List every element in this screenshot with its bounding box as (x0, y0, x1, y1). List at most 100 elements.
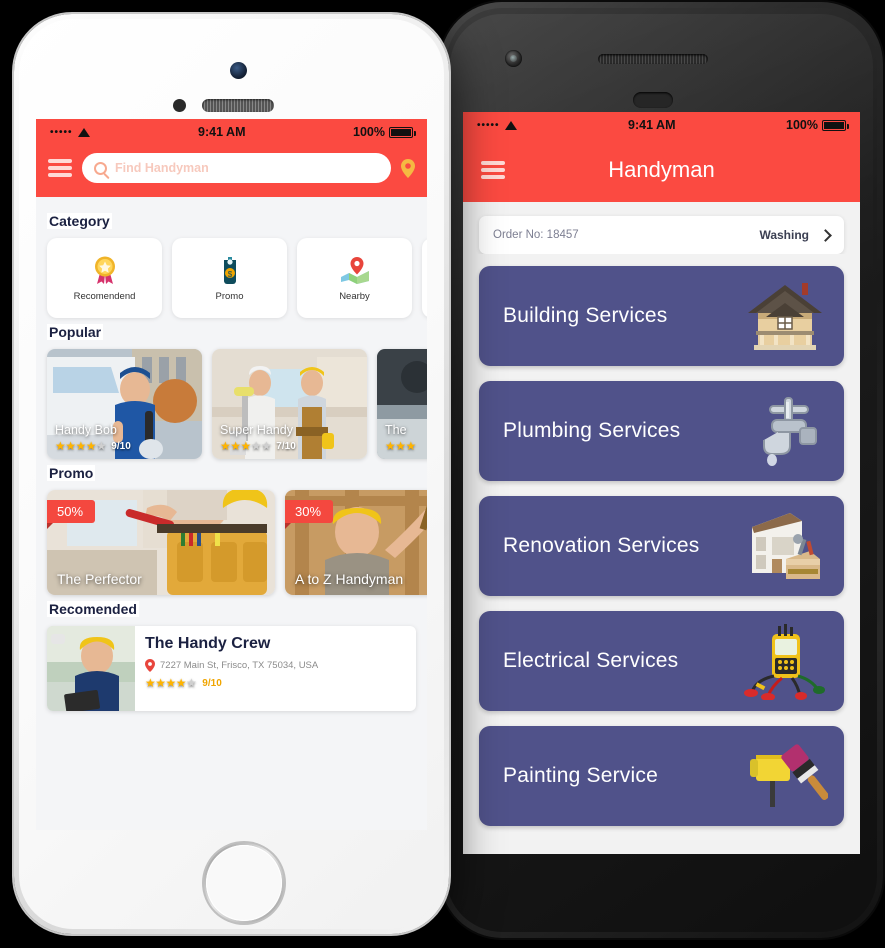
white-phone-device: ••••• 9:41 AM 100% Find Handyman Categor… (14, 14, 449, 934)
left-app-header: Find Handyman (36, 145, 427, 197)
popular-rating: ★★★ (385, 439, 427, 453)
battery-full-icon (389, 126, 416, 138)
popular-score: 9/10 (111, 440, 131, 452)
home-button[interactable] (204, 843, 284, 923)
promo-discount-badge: 30% (285, 500, 334, 529)
popular-rating: ★★★★★ 9/10 (55, 439, 194, 453)
paint-roller-brush-icon (742, 737, 828, 815)
status-time: 9:41 AM (628, 118, 676, 132)
service-card-plumbing[interactable]: Plumbing Services (479, 381, 844, 481)
wifi-icon (504, 120, 518, 130)
service-label: Painting Service (503, 764, 658, 787)
promo-name: The Perfector (57, 571, 142, 587)
popular-meta: The ★★★ (377, 423, 427, 453)
dark-phone-device: ••••• 9:41 AM 100% Handyman Order No: 18… (440, 2, 883, 938)
award-ribbon-icon (90, 255, 120, 285)
category-row[interactable]: Recomendend $ Promo Nearby (47, 238, 427, 318)
recommended-image (47, 626, 135, 711)
star-rating-icon: ★★★★★ (145, 676, 197, 690)
category-card-promo[interactable]: $ Promo (172, 238, 287, 318)
right-status-bar: ••••• 9:41 AM 100% (463, 112, 860, 138)
battery-percent: 100% (786, 118, 818, 132)
battery-percent: 100% (353, 125, 385, 139)
earpiece-speaker (598, 54, 708, 64)
location-pin-icon[interactable] (401, 158, 415, 178)
front-camera-icon (505, 50, 522, 67)
wifi-icon (77, 127, 91, 137)
category-card-nearby[interactable]: Nearby (297, 238, 412, 318)
category-card-recomendend[interactable]: Recomendend (47, 238, 162, 318)
search-input[interactable]: Find Handyman (82, 153, 391, 183)
svg-text:$: $ (227, 270, 232, 279)
recommended-info: The Handy Crew 7227 Main St, Frisco, TX … (135, 626, 416, 711)
status-left: ••••• (50, 127, 91, 138)
sensor-notch (633, 92, 673, 108)
recommended-card[interactable]: The Handy Crew 7227 Main St, Frisco, TX … (47, 626, 416, 711)
left-phone-screen: ••••• 9:41 AM 100% Find Handyman Categor… (36, 119, 427, 830)
service-card-painting[interactable]: Painting Service (479, 726, 844, 826)
section-title-promo: Promo (47, 465, 96, 481)
popular-name: Handy Bob (55, 423, 117, 437)
order-status-bar[interactable]: Order No: 18457 Washing (479, 216, 844, 254)
star-rating-icon: ★★★★★ (220, 439, 272, 453)
battery-full-icon (822, 119, 849, 131)
category-label: Promo (215, 290, 244, 302)
signal-dots-icon: ••••• (50, 126, 73, 138)
promo-card-the-perfector[interactable]: 50% The Perfector (47, 490, 275, 595)
price-tag-icon: $ (215, 255, 245, 285)
popular-card-partial[interactable]: The ★★★ (377, 349, 427, 459)
chevron-right-icon[interactable] (819, 228, 832, 242)
right-phone-screen: ••••• 9:41 AM 100% Handyman Order No: 18… (463, 112, 860, 854)
left-app-body: Category Recomendend $ Promo Nearby Popu… (36, 197, 427, 830)
recommended-name: The Handy Crew (145, 635, 271, 652)
category-card-partial[interactable] (422, 238, 427, 318)
search-placeholder: Find Handyman (115, 161, 209, 175)
service-label: Plumbing Services (503, 419, 681, 442)
service-label: Electrical Services (503, 649, 679, 672)
proximity-sensor (173, 99, 186, 112)
page-title: Handyman (608, 157, 715, 182)
popular-rating: ★★★★★ 7/10 (220, 439, 359, 453)
service-label: Building Services (503, 304, 668, 327)
map-pin-icon (340, 255, 370, 285)
popular-meta: Handy Bob ★★★★★ 9/10 (47, 423, 202, 453)
order-status-badge: Washing (759, 228, 809, 242)
star-rating-icon: ★★★★★ (55, 439, 107, 453)
house-icon (742, 277, 828, 355)
dark-phone-glass: ••••• 9:41 AM 100% Handyman Order No: 18… (450, 14, 873, 926)
popular-card-super-handy[interactable]: Super Handy ★★★★★ 7/10 (212, 349, 367, 459)
hamburger-menu-icon[interactable] (48, 159, 72, 177)
search-icon (94, 161, 107, 175)
signal-dots-icon: ••••• (477, 119, 500, 131)
status-time: 9:41 AM (198, 125, 246, 139)
order-bar-wrap: Order No: 18457 Washing (463, 202, 860, 254)
popular-name: The (385, 423, 407, 437)
promo-row[interactable]: 50% The Perfector 30% A to Z Handyman (47, 490, 427, 595)
left-status-bar: ••••• 9:41 AM 100% (36, 119, 427, 145)
section-title-recomended: Recomended (47, 601, 139, 617)
location-pin-icon (145, 659, 155, 672)
popular-score: 7/10 (276, 440, 296, 452)
status-right: 100% (786, 118, 849, 132)
section-title-category: Category (47, 213, 112, 229)
service-card-electrical[interactable]: Electrical Services (479, 611, 844, 711)
recommended-score: 9/10 (202, 677, 222, 689)
service-label: Renovation Services (503, 534, 700, 557)
promo-discount-badge: 50% (47, 500, 96, 529)
dual-phone-mockup: ••••• 9:41 AM 100% Handyman Order No: 18… (0, 0, 885, 948)
front-camera-icon (230, 62, 247, 79)
category-label: Recomendend (73, 290, 136, 302)
renovation-house-toolbox-icon (742, 507, 828, 585)
recommended-rating: ★★★★★ 9/10 (145, 676, 406, 690)
services-list: Building Services Plumbing Services Reno… (463, 254, 860, 854)
popular-meta: Super Handy ★★★★★ 7/10 (212, 423, 367, 453)
order-number: Order No: 18457 (493, 229, 579, 241)
service-card-building[interactable]: Building Services (479, 266, 844, 366)
service-card-renovation[interactable]: Renovation Services (479, 496, 844, 596)
promo-card-a-to-z-handyman[interactable]: 30% A to Z Handyman (285, 490, 427, 595)
status-left: ••••• (477, 120, 518, 131)
right-app-header: Handyman (463, 138, 860, 202)
section-title-popular: Popular (47, 324, 104, 340)
popular-card-handy-bob[interactable]: Handy Bob ★★★★★ 9/10 (47, 349, 202, 459)
popular-row[interactable]: Handy Bob ★★★★★ 9/10 Super Handy ★★★★★ 7… (47, 349, 427, 459)
